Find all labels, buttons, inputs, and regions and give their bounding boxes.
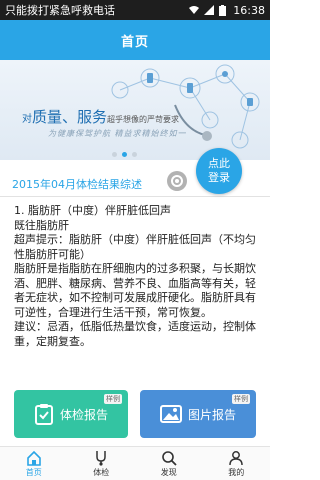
- login-label-line2: 登录: [208, 171, 230, 184]
- user-icon: [229, 450, 243, 465]
- report-line: 既往脂肪肝: [14, 218, 69, 232]
- login-label-line1: 点此: [208, 157, 230, 170]
- home-icon: [26, 450, 41, 466]
- picture-report-button[interactable]: 图片报告 样例: [140, 390, 256, 438]
- stethoscope-icon: [96, 450, 106, 466]
- carousel-dot-active[interactable]: [122, 152, 127, 157]
- status-time: 16:38: [233, 3, 265, 17]
- signal-icon: [204, 5, 215, 15]
- banner-tagline: 为健康保驾护航 精益求精始终如一: [48, 129, 187, 138]
- nav-discover[interactable]: 发现: [135, 447, 203, 480]
- app-header: 首页: [0, 20, 270, 60]
- divider: [0, 196, 270, 197]
- report-cards: 体检报告 样例 图片报告 样例: [0, 390, 270, 440]
- sample-badge: 样例: [232, 394, 250, 404]
- nav-checkup[interactable]: 体检: [68, 447, 136, 480]
- carousel-dot[interactable]: [112, 152, 117, 157]
- nav-discover-label: 发现: [160, 467, 177, 477]
- bottom-nav: 首页 体检 发现 我的: [0, 446, 270, 480]
- wifi-icon: [189, 6, 200, 14]
- status-text: 只能拨打紧急呼救电话: [5, 4, 115, 17]
- page-title: 首页: [120, 34, 149, 50]
- checkup-report-button[interactable]: 体检报告 样例: [14, 390, 128, 438]
- checkup-report-label: 体检报告: [59, 407, 108, 422]
- nav-checkup-label: 体检: [93, 467, 110, 477]
- carousel-indicator[interactable]: [112, 152, 137, 157]
- report-line: 建议：忌酒，低脂低热量饮食，适度运动，控制体重，定期复查。: [14, 320, 256, 348]
- carousel-dot[interactable]: [132, 152, 137, 157]
- status-icons: 16:38: [188, 4, 265, 17]
- banner-headline: 对质量、服务超乎想像的严苛要求: [22, 108, 180, 126]
- clipboard-check-icon: [34, 404, 53, 425]
- status-bar: 只能拨打紧急呼救电话 16:38: [0, 0, 270, 20]
- promo-banner[interactable]: 对质量、服务超乎想像的严苛要求 为健康保驾护航 精益求精始终如一: [0, 60, 270, 160]
- report-line: 超声提示：脂肪肝（中度）伴肝脏低回声（不均匀性脂肪肝可能）: [14, 233, 256, 261]
- picture-icon: [159, 405, 182, 423]
- report-line: 脂肪肝是指脂肪在肝细胞内的过多积聚，与长期饮酒、肥胖、糖尿病、营养不良、血脂高等…: [14, 262, 256, 319]
- nav-profile-label: 我的: [228, 467, 245, 477]
- battery-icon: [219, 4, 227, 16]
- report-line: 1. 脂肪肝（中度）伴肝脏低回声: [14, 204, 171, 217]
- nav-profile[interactable]: 我的: [203, 447, 271, 480]
- nav-home[interactable]: 首页: [0, 447, 68, 480]
- report-title: 2015年04月体检结果综述: [12, 178, 142, 191]
- report-summary: 1. 脂肪肝（中度）伴肝脏低回声 既往脂肪肝 超声提示：脂肪肝（中度）伴肝脏低回…: [14, 204, 260, 349]
- search-icon: [161, 450, 177, 466]
- tap-hint-icon: [167, 171, 187, 191]
- nav-home-label: 首页: [25, 467, 42, 477]
- login-button[interactable]: 点此 登录: [196, 148, 242, 194]
- picture-report-label: 图片报告: [187, 407, 236, 422]
- sample-badge: 样例: [104, 394, 122, 404]
